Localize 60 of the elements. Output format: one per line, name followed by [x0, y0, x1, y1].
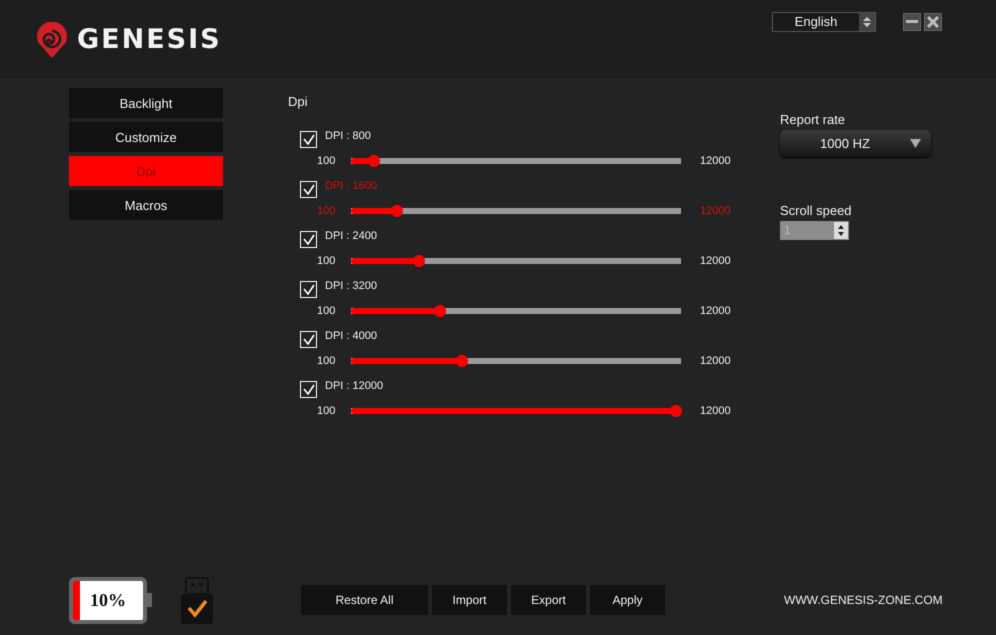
battery-percentage: 10% — [89, 590, 127, 610]
spinner-arrows-icon — [837, 224, 845, 237]
website-link[interactable]: WWW.GENESIS-ZONE.COM — [784, 593, 943, 607]
dpi-slider[interactable] — [348, 355, 684, 367]
action-button[interactable]: Apply — [590, 585, 665, 615]
dpi-slider[interactable] — [348, 405, 684, 417]
slider-thumb[interactable] — [434, 305, 446, 317]
brand-name: GENESIS — [77, 24, 222, 55]
dpi-label: DPI : 4000 — [325, 330, 377, 342]
slider-thumb[interactable] — [456, 355, 468, 367]
action-button[interactable]: Import — [432, 585, 507, 615]
slider-min: 100 — [316, 405, 334, 417]
slider-min: 100 — [316, 205, 334, 217]
dpi-slider[interactable] — [348, 155, 684, 167]
close-button[interactable] — [924, 12, 942, 30]
spinner-arrows-icon — [859, 12, 875, 30]
slider-thumb[interactable] — [368, 155, 380, 167]
slider-thumb[interactable] — [412, 255, 425, 267]
dpi-label: DPI : 800 — [325, 130, 371, 142]
checkbox[interactable] — [300, 180, 317, 198]
slider-max: 12000 — [700, 405, 731, 417]
slider-max: 12000 — [700, 355, 731, 367]
report-rate-label: Report rate — [780, 112, 846, 127]
language-select[interactable]: English — [772, 12, 876, 32]
scroll-speed-label: Scroll speed — [780, 203, 853, 218]
minimize-button[interactable] — [903, 12, 921, 30]
dropdown-arrow-icon — [910, 139, 921, 148]
usb-dongle-icon — [181, 576, 213, 624]
close-icon — [927, 16, 939, 28]
nav-tab[interactable]: Customize — [69, 122, 223, 152]
nav-tab[interactable]: Macros — [69, 190, 223, 220]
slider-thumb[interactable] — [670, 405, 682, 417]
dpi-label: DPI : 12000 — [325, 380, 384, 392]
slider-thumb[interactable] — [391, 205, 404, 217]
checkbox[interactable] — [300, 230, 317, 248]
slider-max: 12000 — [700, 155, 731, 167]
action-button[interactable]: Restore All — [301, 585, 428, 615]
minimize-icon — [906, 20, 918, 24]
checkbox[interactable] — [300, 380, 317, 398]
dpi-slider[interactable] — [348, 255, 684, 267]
logo-icon — [35, 22, 69, 58]
dpi-label: DPI : 3200 — [325, 280, 377, 292]
report-rate-dropdown[interactable]: 1000 HZ — [780, 130, 931, 157]
checkbox[interactable] — [300, 330, 317, 348]
slider-max: 12000 — [700, 255, 731, 267]
dpi-label: DPI : 2400 — [325, 230, 377, 242]
dpi-slider[interactable] — [348, 305, 684, 317]
nav-tab[interactable]: Backlight — [69, 88, 223, 118]
slider-max: 12000 — [700, 205, 731, 217]
dpi-slider[interactable] — [348, 205, 684, 217]
slider-min: 100 — [316, 255, 334, 267]
slider-min: 100 — [316, 355, 334, 367]
checkbox[interactable] — [300, 130, 317, 148]
section-title: Dpi — [288, 94, 309, 109]
action-button[interactable]: Export — [511, 585, 586, 615]
checkbox[interactable] — [300, 280, 317, 298]
slider-min: 100 — [316, 305, 334, 317]
slider-min: 100 — [316, 155, 334, 167]
slider-max: 12000 — [700, 305, 731, 317]
dpi-label: DPI : 1600 — [325, 180, 377, 192]
